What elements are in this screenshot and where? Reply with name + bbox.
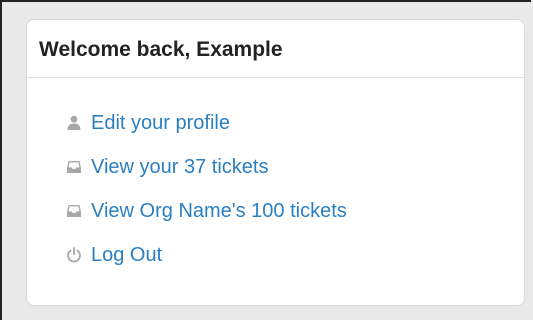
log-out-link[interactable]: Log Out — [65, 244, 347, 267]
panel-title: Welcome back, Example — [39, 37, 283, 61]
inbox-icon — [65, 202, 83, 220]
welcome-panel: Welcome back, Example Edit your profile … — [26, 19, 525, 306]
view-org-tickets-label: View Org Name's 100 tickets — [91, 200, 347, 222]
view-org-tickets-link[interactable]: View Org Name's 100 tickets — [65, 200, 347, 223]
view-my-tickets-link[interactable]: View your 37 tickets — [65, 156, 347, 179]
view-my-tickets-label: View your 37 tickets — [91, 156, 269, 178]
inbox-icon — [65, 158, 83, 176]
power-icon — [65, 246, 83, 264]
log-out-label: Log Out — [91, 244, 163, 266]
edit-profile-link[interactable]: Edit your profile — [65, 112, 347, 135]
panel-header: Welcome back, Example — [27, 20, 524, 78]
account-link-list: Edit your profile View your 37 tickets V… — [65, 112, 347, 267]
edit-profile-label: Edit your profile — [91, 112, 230, 134]
user-icon — [65, 114, 83, 132]
